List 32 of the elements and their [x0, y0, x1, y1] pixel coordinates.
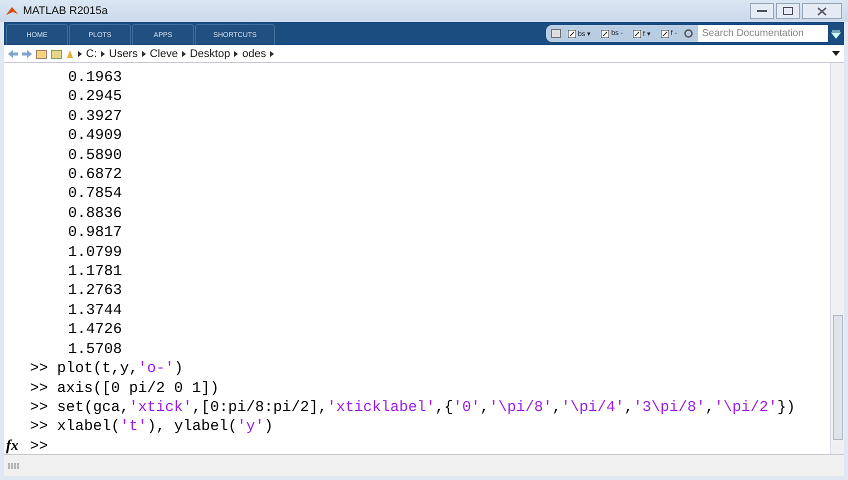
output-value: 1.0799	[68, 242, 122, 262]
command-prompt: >>	[30, 398, 50, 418]
output-value: 1.2763	[68, 281, 122, 301]
output-value: 0.1963	[68, 68, 122, 88]
path-crumb[interactable]: Users	[109, 48, 138, 60]
path-crumb[interactable]: C:	[86, 48, 97, 60]
command-line: plot(t,y,'o-')	[57, 359, 184, 378]
path-crumb[interactable]: Desktop	[190, 48, 230, 60]
command-prompt: >>	[30, 436, 48, 454]
path-crumb[interactable]: Cleve	[150, 48, 178, 60]
command-line: axis([0 pi/2 0 1])	[57, 378, 220, 398]
output-value: 0.6872	[68, 165, 122, 184]
output-value: 0.3927	[68, 106, 122, 126]
output-value: 0.9817	[68, 223, 122, 243]
command-prompt: >>	[30, 359, 50, 378]
command-prompt: >>	[30, 417, 50, 437]
output-value: 0.5890	[68, 146, 122, 166]
output-value: 0.2945	[68, 87, 122, 107]
function-browser-button[interactable]: fx	[6, 436, 24, 454]
command-prompt: >>	[30, 378, 50, 398]
output-value: 1.3744	[68, 300, 122, 320]
output-value: 0.4909	[68, 126, 122, 146]
command-line: set(gca,'xtick',[0:pi/8:pi/2],'xticklabel',{'0','\pi/8','\pi/4','3\pi/8','\pi/2'})	[57, 398, 796, 418]
search-field[interactable]: Search Documentation	[698, 25, 828, 42]
output-value: 0.7854	[68, 184, 122, 204]
output-value: 1.5708	[68, 340, 122, 360]
command-line: xlabel('t'), ylabel('y')	[57, 417, 274, 437]
output-value: 1.4726	[68, 320, 122, 340]
output-value: 1.1781	[68, 262, 122, 282]
window-title: MATLAB R2015a	[23, 5, 109, 17]
output-value: 0.8836	[68, 204, 122, 224]
path-crumb[interactable]: odes	[242, 48, 266, 60]
